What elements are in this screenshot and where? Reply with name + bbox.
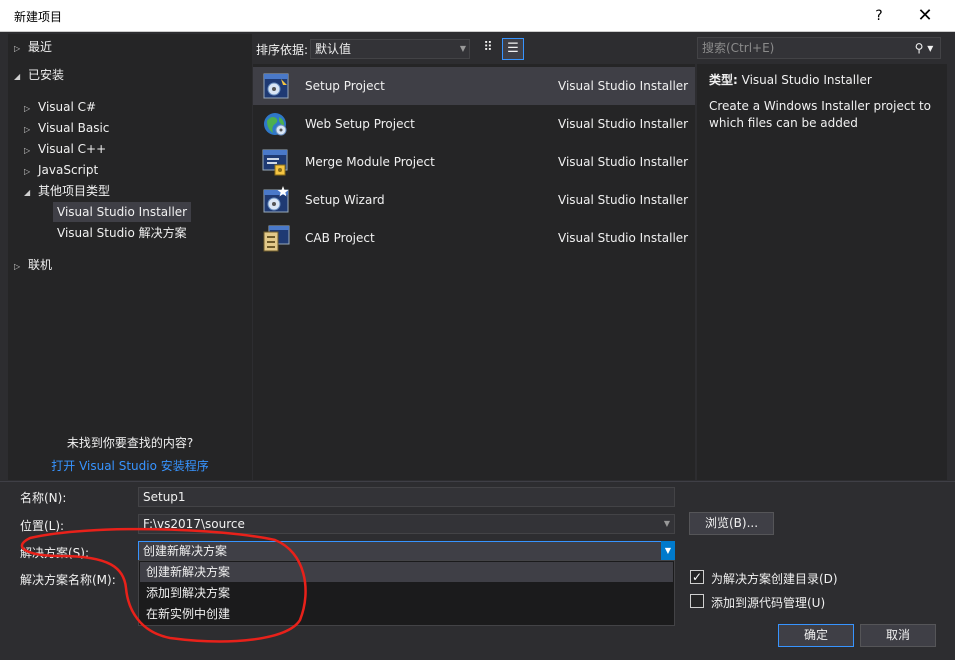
help-button[interactable]: ? [866, 5, 892, 27]
cab-project-icon [263, 225, 290, 252]
title-bar: 新建项目 ? ✕ [0, 0, 955, 32]
tree-item-label: 最近 [28, 40, 53, 54]
template-row[interactable]: Setup Wizard Visual Studio Installer [253, 181, 695, 219]
tree-item-visual-basic[interactable]: ▷ Visual Basic [24, 118, 109, 138]
close-button[interactable]: ✕ [910, 4, 940, 28]
solution-option-new[interactable]: 创建新解决方案 [140, 562, 673, 582]
sort-dropdown[interactable]: 默认值 ▼ [310, 39, 470, 59]
solution-label: 解决方案(S): [20, 546, 90, 560]
tree-item-visual-csharp[interactable]: ▷ Visual C# [24, 97, 96, 117]
window-title: 新建项目 [14, 10, 63, 24]
sort-value: 默认值 [315, 42, 352, 56]
chevron-down-icon[interactable]: ▼ [664, 515, 670, 533]
tree-item-vs-installer[interactable]: Visual Studio Installer [53, 202, 192, 222]
search-input[interactable] [698, 38, 910, 58]
grid-icon: ⠿ [483, 40, 493, 55]
tree-item-visual-cpp[interactable]: ▷ Visual C++ [24, 139, 106, 159]
template-name: Setup Project [305, 79, 385, 93]
tree-item-vs-solutions[interactable]: Visual Studio 解决方案 [57, 223, 187, 243]
list-view-button[interactable]: ☰ [502, 38, 524, 60]
merge-module-project-icon [262, 149, 288, 176]
sort-label: 排序依据: [256, 43, 309, 57]
template-category: Visual Studio Installer [558, 117, 689, 131]
browse-button[interactable]: 浏览(B)... [689, 512, 774, 535]
tree-item-label: 其他项目类型 [38, 184, 111, 198]
cancel-button[interactable]: 取消 [860, 624, 936, 647]
not-found-text: 未找到你要查找的内容? [66, 436, 194, 450]
template-tree: ▷ 最近 ◢ 已安装 ▷ Visual C# ▷ Visual Basic ▷ Visua… [8, 34, 252, 480]
template-row[interactable]: Merge Module Project Visual Studio Insta… [253, 143, 695, 181]
template-name: Merge Module Project [305, 155, 435, 169]
type-value: Visual Studio Installer [741, 73, 872, 87]
expand-arrow-icon: ▷ [24, 125, 31, 134]
checkmark-icon: ✓ [691, 570, 703, 584]
expand-arrow-icon: ▷ [14, 44, 21, 53]
project-form: 名称(N): Setup1 位置(L): F:\vs2017\source ▼ … [0, 481, 955, 660]
chevron-down-icon: ▼ [459, 44, 466, 53]
template-type: 类型: Visual Studio Installer [709, 72, 935, 88]
expand-arrow-icon: ▷ [14, 262, 21, 271]
solution-select[interactable]: 创建新解决方案 ▼ [138, 541, 675, 561]
template-category: Visual Studio Installer [558, 155, 689, 169]
solution-option-add[interactable]: 添加到解决方案 [140, 583, 673, 603]
create-directory-checkbox[interactable]: ✓ [690, 570, 704, 584]
tree-item-label: 已安装 [28, 68, 65, 82]
template-category: Visual Studio Installer [558, 231, 689, 245]
tree-item-other-project-types[interactable]: ◢ 其他项目类型 [24, 181, 110, 201]
solution-value: 创建新解决方案 [143, 544, 228, 558]
template-details: 类型: Visual Studio Installer Create a Win… [697, 64, 947, 480]
location-value: F:\vs2017\source [143, 517, 245, 531]
expand-arrow-icon: ▷ [24, 167, 31, 176]
template-list: Setup Project Visual Studio Installer We… [253, 64, 695, 480]
tree-item-label: Visual Basic [38, 121, 110, 135]
solution-name-label: 解决方案名称(M): [20, 573, 116, 587]
tree-item-label: Visual C# [38, 100, 97, 114]
setup-project-icon [263, 73, 289, 99]
template-name: Web Setup Project [305, 117, 415, 131]
tree-item-recent[interactable]: ▷ 最近 [14, 37, 52, 57]
template-description: Create a Windows Installer project to wh… [709, 99, 931, 130]
template-category: Visual Studio Installer [558, 79, 689, 93]
tree-item-online[interactable]: ▷ 联机 [14, 255, 52, 275]
tree-item-installed[interactable]: ◢ 已安装 [14, 65, 64, 85]
sort-bar: 排序依据: 默认值 ▼ ⠿ ☰ [253, 34, 695, 64]
list-icon: ☰ [507, 41, 519, 56]
create-directory-label: 为解决方案创建目录(D) [711, 572, 838, 586]
web-setup-project-icon [264, 113, 287, 136]
type-label: 类型: [709, 73, 738, 87]
project-name-input[interactable]: Setup1 [138, 487, 675, 507]
tree-item-label: JavaScript [38, 163, 99, 177]
template-row[interactable]: Setup Project Visual Studio Installer [253, 67, 695, 105]
name-label: 名称(N): [20, 491, 67, 505]
tree-item-javascript[interactable]: ▷ JavaScript [24, 160, 98, 180]
expand-arrow-icon: ▷ [24, 146, 31, 155]
grid-view-button[interactable]: ⠿ [477, 38, 499, 60]
chevron-down-icon[interactable]: ▼ [661, 541, 675, 561]
location-label: 位置(L): [20, 519, 65, 533]
open-installer-link[interactable]: 打开 Visual Studio 安装程序 [8, 457, 252, 474]
expand-arrow-icon: ▷ [24, 104, 31, 113]
search-icon[interactable]: ⚲ ▾ [910, 38, 938, 58]
tree-item-label: Visual C++ [38, 142, 107, 156]
template-row[interactable]: Web Setup Project Visual Studio Installe… [253, 105, 695, 143]
setup-wizard-icon [263, 186, 289, 213]
tree-item-label: 联机 [28, 258, 53, 272]
location-input[interactable]: F:\vs2017\source ▼ [138, 514, 675, 534]
template-name: Setup Wizard [305, 193, 385, 207]
solution-option-new-instance[interactable]: 在新实例中创建 [140, 604, 673, 624]
project-name-value: Setup1 [143, 490, 186, 504]
collapse-arrow-icon: ◢ [24, 188, 31, 197]
source-control-checkbox[interactable] [690, 594, 704, 608]
template-name: CAB Project [305, 231, 375, 245]
collapse-arrow-icon: ◢ [14, 72, 21, 81]
solution-dropdown-list: 创建新解决方案 添加到解决方案 在新实例中创建 [138, 560, 675, 626]
template-category: Visual Studio Installer [558, 193, 689, 207]
source-control-label: 添加到源代码管理(U) [711, 596, 826, 610]
search-box: ⚲ ▾ [697, 37, 941, 59]
ok-button[interactable]: 确定 [778, 624, 854, 647]
template-row[interactable]: CAB Project Visual Studio Installer [253, 219, 695, 257]
